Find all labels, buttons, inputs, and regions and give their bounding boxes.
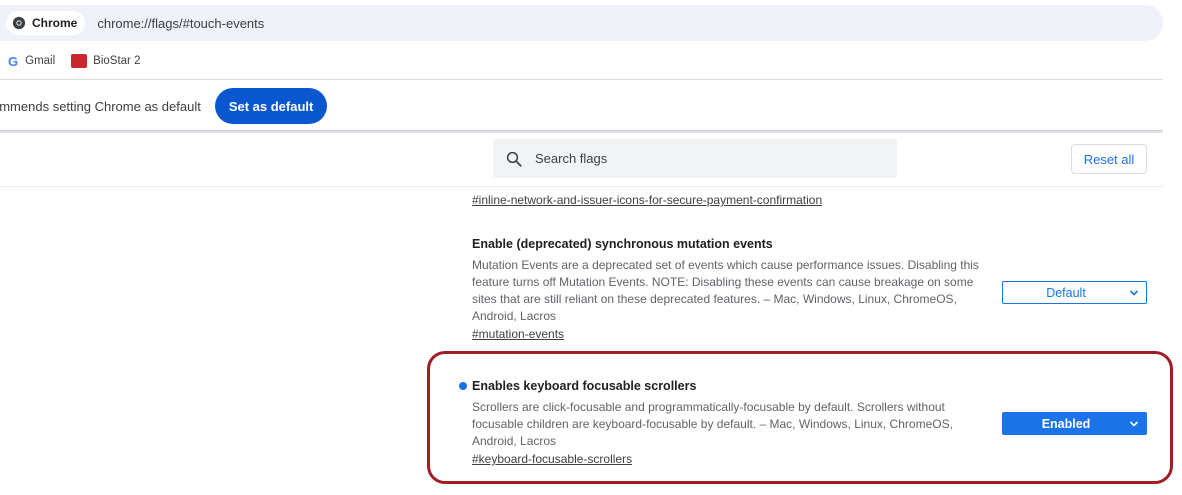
mutation-events-select[interactable]: Default — [1002, 281, 1147, 304]
chrome-icon — [12, 16, 26, 30]
set-as-default-button[interactable]: Set as default — [214, 88, 328, 124]
url-text[interactable]: chrome://flags/#touch-events — [97, 16, 264, 31]
site-chip[interactable]: Chrome — [6, 11, 86, 35]
select-value: Default — [1046, 285, 1086, 300]
previous-flag-link[interactable]: #inline-network-and-issuer-icons-for-sec… — [472, 193, 822, 207]
infobar-divider — [0, 130, 1163, 133]
bookmarks-divider — [0, 79, 1163, 80]
bookmark-label: BioStar 2 — [93, 55, 141, 67]
search-icon — [506, 151, 522, 167]
bookmark-gmail[interactable]: G Gmail — [0, 54, 55, 69]
bookmark-label: Gmail — [25, 55, 56, 67]
google-icon: G — [8, 53, 19, 69]
experiment-link[interactable]: #keyboard-focusable-scrollers — [472, 452, 632, 466]
select-value: Enabled — [1041, 416, 1091, 431]
experiment-keyboard-focusable-scrollers: Enables keyboard focusable scrollers Scr… — [459, 379, 992, 468]
experiment-title: Enable (deprecated) synchronous mutation… — [472, 237, 773, 251]
experiment-title-row: Enables keyboard focusable scrollers — [459, 379, 992, 393]
search-flags-input[interactable] — [533, 150, 877, 167]
experiment-link[interactable]: #mutation-events — [472, 327, 564, 341]
experiment-description: Scrollers are click-focusable and progra… — [472, 400, 953, 448]
header-divider — [0, 186, 1163, 187]
experiment-title: Enables keyboard focusable scrollers — [472, 379, 697, 393]
reset-all-button[interactable]: Reset all — [1071, 144, 1147, 174]
experiment-description: Mutation Events are a deprecated set of … — [472, 258, 979, 323]
infobar-message: ommends setting Chrome as default — [0, 98, 201, 114]
keyboard-focusable-scrollers-select[interactable]: Enabled — [1002, 412, 1147, 435]
chevron-down-icon — [1129, 289, 1139, 296]
experiment-mutation-events: Enable (deprecated) synchronous mutation… — [472, 237, 992, 343]
chevron-down-icon — [1129, 420, 1139, 427]
bookmark-biostar[interactable]: BioStar 2 — [71, 54, 140, 68]
biostar-icon — [71, 54, 88, 68]
address-bar[interactable]: Chrome chrome://flags/#touch-events — [0, 5, 1163, 41]
default-browser-infobar: ommends setting Chrome as default Set as… — [0, 84, 328, 128]
modified-indicator-icon — [459, 382, 467, 390]
search-box[interactable] — [493, 139, 897, 178]
site-chip-label: Chrome — [32, 16, 78, 30]
bookmarks-bar: G Gmail BioStar 2 — [0, 50, 156, 72]
